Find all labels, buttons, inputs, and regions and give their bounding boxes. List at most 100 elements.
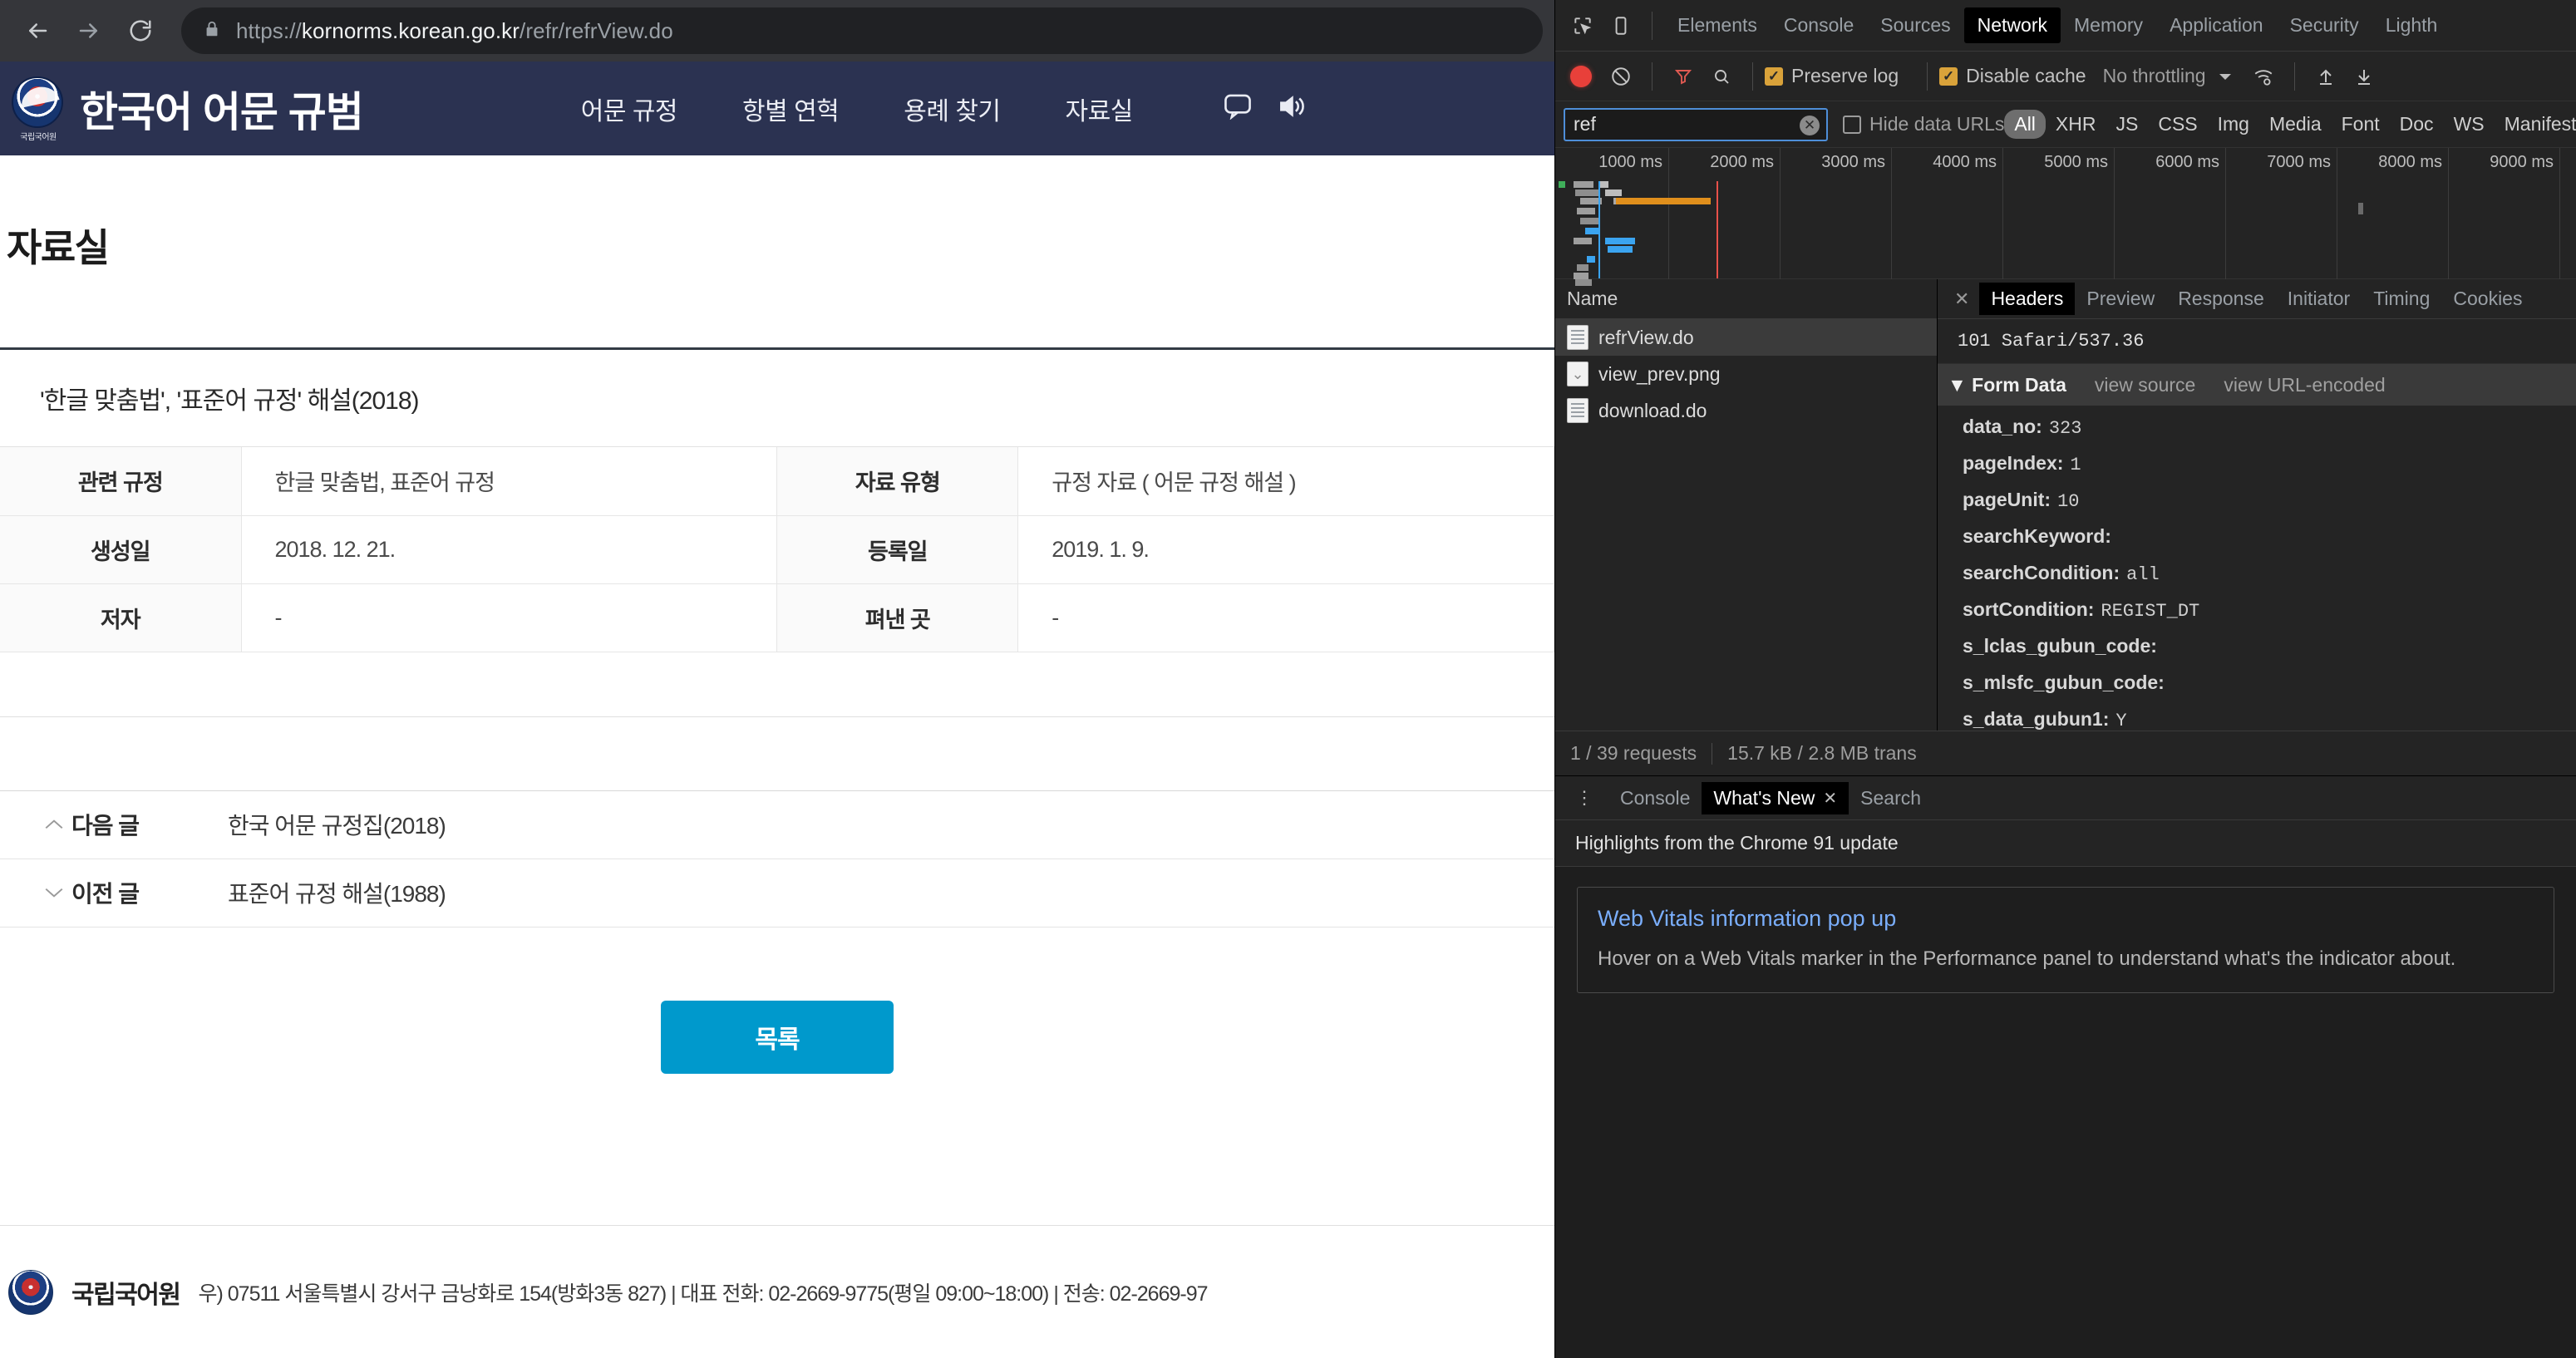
filter-type-xhr[interactable]: XHR xyxy=(2046,110,2106,139)
tab-memory[interactable]: Memory xyxy=(2061,7,2156,43)
browser-toolbar: https://kornorms.korean.go.kr/refr/refrV… xyxy=(0,0,1554,62)
network-conditions-icon[interactable] xyxy=(2244,57,2283,96)
throttling-select[interactable]: No throttling xyxy=(2103,65,2206,87)
whats-new-heading: Highlights from the Chrome 91 update xyxy=(1555,820,2576,867)
clear-icon[interactable] xyxy=(1602,57,1640,96)
request-row-viewprev[interactable]: ⌄ view_prev.png xyxy=(1555,356,1937,392)
more-options-icon[interactable]: ⋮ xyxy=(1562,787,1608,809)
filter-type-img[interactable]: Img xyxy=(2208,110,2259,139)
tab-sources[interactable]: Sources xyxy=(1867,7,1963,43)
preserve-log-checkbox[interactable]: ✓ xyxy=(1765,66,1783,86)
sound-icon[interactable] xyxy=(1276,93,1306,124)
filter-type-ws[interactable]: WS xyxy=(2444,110,2495,139)
preserve-log-label[interactable]: Preserve log xyxy=(1791,65,1899,87)
detail-tab-initiator[interactable]: Initiator xyxy=(2276,283,2362,315)
filter-input[interactable] xyxy=(1564,107,1828,141)
tab-network[interactable]: Network xyxy=(1963,7,2061,43)
prev-post-label: 이전 글 xyxy=(71,881,140,907)
detail-tab-headers[interactable]: Headers xyxy=(1979,283,2076,315)
meta-label-material-type: 자료 유형 xyxy=(776,447,1019,516)
site-footer: 국립국어원 우) 07511 서울특별시 강서구 금낭화로 154(방화3동 8… xyxy=(0,1225,1554,1358)
forward-button[interactable] xyxy=(63,5,115,57)
request-row-download[interactable]: download.do xyxy=(1555,392,1937,429)
form-data-row: pageIndex: 1 xyxy=(1963,452,2081,475)
nav-item-examples[interactable]: 용례 찾기 xyxy=(904,91,1001,127)
image-icon: ⌄ xyxy=(1567,362,1588,386)
devtools-panel: Elements Console Sources Network Memory … xyxy=(1554,0,2576,1358)
detail-tab-preview[interactable]: Preview xyxy=(2075,283,2166,315)
meta-label-publisher: 펴낸 곳 xyxy=(776,583,1019,652)
chat-icon[interactable] xyxy=(1223,93,1253,124)
filter-type-doc[interactable]: Doc xyxy=(2390,110,2444,139)
detail-tab-cookies[interactable]: Cookies xyxy=(2441,283,2534,315)
sibling-post-list: 다음 글 한국 어문 규정집(2018) 이전 글 표준어 규정 해설(1988… xyxy=(0,790,1554,927)
network-overview-timeline[interactable]: 1000 ms 2000 ms 3000 ms 4000 ms 5000 ms … xyxy=(1555,148,2576,286)
filter-funnel-icon[interactable] xyxy=(1664,57,1702,96)
address-bar[interactable]: https://kornorms.korean.go.kr/refr/refrV… xyxy=(181,7,1543,54)
whats-new-card-title[interactable]: Web Vitals information pop up xyxy=(1598,906,2534,932)
filter-type-css[interactable]: CSS xyxy=(2148,110,2207,139)
filter-type-font[interactable]: Font xyxy=(2332,110,2390,139)
prev-post-row[interactable]: 이전 글 표준어 규정 해설(1988) xyxy=(0,859,1554,927)
tab-elements[interactable]: Elements xyxy=(1664,7,1771,43)
whats-new-body: Web Vitals information pop up Hover on a… xyxy=(1555,867,2576,1358)
nav-item-history[interactable]: 항별 연혁 xyxy=(742,91,840,127)
next-post-title[interactable]: 한국 어문 규정집(2018) xyxy=(228,808,446,841)
user-agent-tail: 101 Safari/537.36 xyxy=(1938,319,2576,364)
hide-data-urls-label[interactable]: Hide data URLs xyxy=(1869,113,2004,135)
nav-item-archive[interactable]: 자료실 xyxy=(1066,91,1134,127)
site-brand[interactable]: 국립국어원 한국어 어문 규범 xyxy=(5,76,364,142)
devtools-panel-tabs: Elements Console Sources Network Memory … xyxy=(1555,0,2576,52)
meta-label-created-date: 생성일 xyxy=(0,515,242,584)
disable-cache-label[interactable]: Disable cache xyxy=(1966,65,2086,87)
site-header: 국립국어원 한국어 어문 규범 어문 규정 항별 연혁 용례 찾기 자료실 xyxy=(0,62,1554,155)
form-data-section-header[interactable]: ▼ Form Data view source view URL-encoded xyxy=(1938,364,2576,406)
chevron-up-icon xyxy=(43,817,71,832)
request-count: 1 / 39 requests xyxy=(1570,742,1697,764)
timeline-tick: 7000 ms xyxy=(2267,153,2331,171)
view-source-link[interactable]: view source xyxy=(2095,374,2195,396)
chevron-down-icon[interactable] xyxy=(2206,57,2244,96)
inspect-element-icon[interactable] xyxy=(1564,7,1602,45)
import-har-icon[interactable] xyxy=(2307,57,2345,96)
divider xyxy=(2293,62,2295,91)
export-har-icon[interactable] xyxy=(2345,57,2383,96)
form-data-row: pageUnit: 10 xyxy=(1963,489,2080,512)
tab-application[interactable]: Application xyxy=(2156,7,2277,43)
meta-value-material-type: 규정 자료 ( 어문 규정 해설 ) xyxy=(1017,447,1554,516)
request-list-header[interactable]: Name xyxy=(1555,279,1937,319)
clear-input-icon[interactable]: ✕ xyxy=(1800,115,1820,135)
form-data-row: searchKeyword: xyxy=(1963,525,2111,547)
list-button[interactable]: 목록 xyxy=(661,1000,894,1074)
request-name: download.do xyxy=(1598,399,1707,421)
filter-type-media[interactable]: Media xyxy=(2259,110,2332,139)
record-stop-icon[interactable] xyxy=(1570,65,1592,87)
request-name: refrView.do xyxy=(1598,326,1694,348)
close-icon[interactable]: ✕ xyxy=(1823,788,1837,809)
search-icon[interactable] xyxy=(1702,57,1741,96)
tab-security[interactable]: Security xyxy=(2277,7,2372,43)
drawer-tab-search[interactable]: Search xyxy=(1849,782,1933,814)
filter-type-js[interactable]: JS xyxy=(2106,110,2148,139)
hide-data-urls-checkbox[interactable] xyxy=(1843,115,1861,134)
filter-type-all[interactable]: All xyxy=(2004,110,2046,139)
disable-cache-checkbox[interactable]: ✓ xyxy=(1939,66,1958,86)
device-toolbar-icon[interactable] xyxy=(1602,7,1640,45)
detail-tab-timing[interactable]: Timing xyxy=(2362,283,2441,315)
network-filter-bar: ✕ Hide data URLs All XHR JS CSS Img Medi… xyxy=(1555,101,2576,148)
drawer-tab-whats-new[interactable]: What's New ✕ xyxy=(1702,781,1849,814)
filter-type-manifest[interactable]: Manifest xyxy=(2495,110,2576,139)
drawer-tab-console[interactable]: Console xyxy=(1608,782,1702,814)
nav-item-regulations[interactable]: 어문 규정 xyxy=(581,91,678,127)
prev-post-title[interactable]: 표준어 규정 해설(1988) xyxy=(228,876,446,909)
reload-button[interactable] xyxy=(115,5,166,57)
detail-tab-response[interactable]: Response xyxy=(2166,283,2276,315)
tab-lighthouse[interactable]: Lighth xyxy=(2372,7,2451,43)
divider xyxy=(1927,62,1928,91)
request-row-refrview[interactable]: refrView.do xyxy=(1555,319,1937,356)
tab-console[interactable]: Console xyxy=(1771,7,1867,43)
close-icon[interactable]: ✕ xyxy=(1944,288,1979,310)
back-button[interactable] xyxy=(12,5,63,57)
next-post-row[interactable]: 다음 글 한국 어문 규정집(2018) xyxy=(0,791,1554,859)
view-url-encoded-link[interactable]: view URL-encoded xyxy=(2224,374,2385,396)
